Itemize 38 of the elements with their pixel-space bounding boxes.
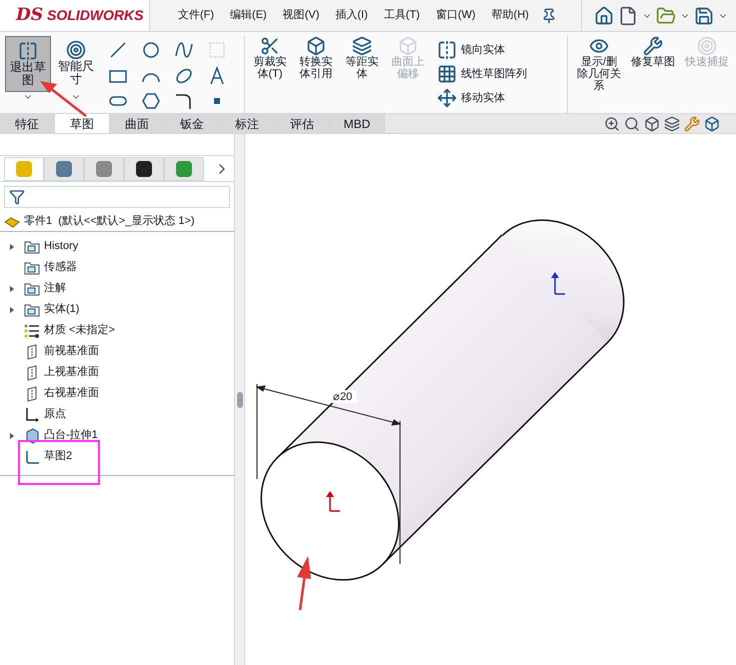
tab[interactable]: 草图	[55, 114, 110, 133]
ribbon-list-button[interactable]: 移动实体	[437, 88, 567, 108]
ribbon-list-button[interactable]: 线性草图阵列	[437, 64, 567, 84]
ribbon-button[interactable]: 等距实体	[341, 36, 383, 113]
ribbon-button[interactable]: 显示/删除几何关系	[576, 36, 622, 113]
tab[interactable]: MBD	[330, 114, 385, 133]
tree-item[interactable]: 草图2	[44, 448, 72, 465]
tree-root-label[interactable]: 零件1 (默认<<默认>_显示状态 1>)	[24, 213, 195, 230]
tab[interactable]: 钣金	[165, 114, 220, 133]
menu-item[interactable]: 窗口(W)	[436, 7, 476, 24]
tree-item[interactable]: 传感器	[44, 259, 77, 276]
tab[interactable]: 曲面	[110, 114, 165, 133]
ribbon-button[interactable]: 退出草图	[5, 36, 51, 92]
ribbon-list-button[interactable]: 镜向实体	[437, 40, 567, 60]
menu-item[interactable]: 工具(T)	[384, 7, 420, 24]
tree-item[interactable]: 材质 <未指定>	[44, 322, 115, 339]
tree-item[interactable]: 注解	[44, 280, 66, 297]
menu-item[interactable]: 编辑(E)	[230, 7, 267, 24]
menu-item[interactable]: 文件(F)	[178, 7, 214, 24]
menu-item[interactable]: 帮助(H)	[492, 7, 529, 24]
tab[interactable]: 标注	[220, 114, 275, 133]
tree-item[interactable]: 右视基准面	[44, 385, 99, 402]
ribbon-button[interactable]: 转换实体引用	[295, 36, 337, 113]
tab[interactable]: 评估	[275, 114, 330, 133]
menu-item[interactable]: 视图(V)	[282, 7, 320, 24]
tree-item[interactable]: 凸台-拉伸1	[44, 427, 98, 444]
tree-item[interactable]: History	[44, 238, 78, 255]
ribbon-button[interactable]: 剪裁实体(T)	[249, 36, 291, 113]
menu-item[interactable]: 插入(I)	[335, 7, 368, 24]
tree-item[interactable]: 实体(1)	[44, 301, 80, 318]
ribbon-button[interactable]: 修复草图	[630, 36, 676, 113]
tree-item[interactable]: 原点	[44, 406, 66, 423]
ribbon-button[interactable]: 智能尺寸	[53, 36, 99, 92]
tree-item[interactable]: 前视基准面	[44, 343, 99, 360]
logo: DS SOLIDWORKS	[0, 0, 150, 31]
tab[interactable]: 特征	[0, 114, 55, 133]
dimension-label: ⌀20	[333, 391, 352, 403]
tree-item[interactable]: 上视基准面	[44, 364, 99, 381]
